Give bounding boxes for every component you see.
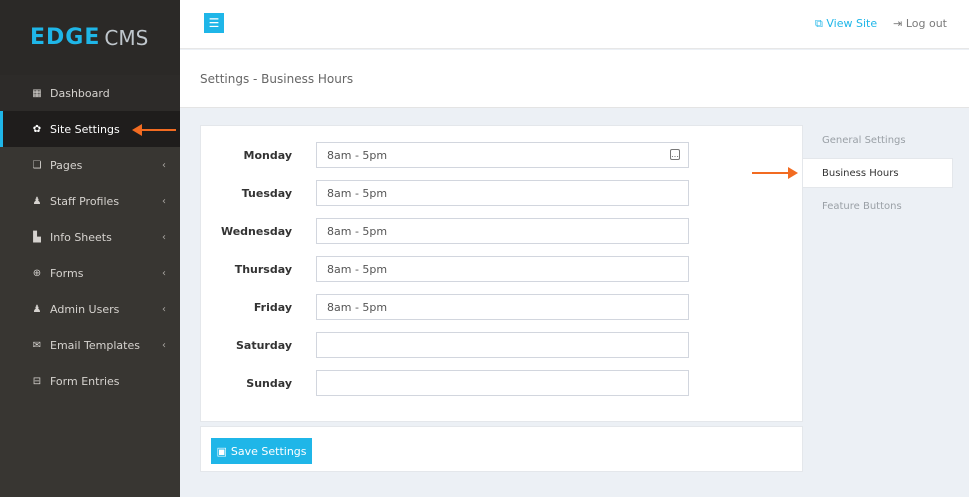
sidebar-item-info-sheets[interactable]: ▙ Info Sheets ‹ [0, 219, 180, 255]
envelope-icon: ✉ [32, 339, 42, 351]
envelope-outline-icon: ⊟ [32, 375, 42, 387]
sunday-hours-input[interactable] [316, 370, 689, 396]
view-site-label: View Site [826, 17, 878, 30]
annotation-arrow-right [752, 167, 798, 179]
monday-label: Monday [243, 149, 292, 162]
user-icon: ♟ [32, 195, 42, 207]
gear-icon: ✿ [32, 123, 42, 135]
file-icon: ▙ [33, 231, 41, 243]
friday-hours-input[interactable] [316, 294, 689, 320]
log-out-label: Log out [905, 17, 947, 30]
saturday-label: Saturday [236, 339, 292, 352]
friday-label: Friday [253, 301, 292, 314]
sidebar-item-admin-users[interactable]: ♟ Admin Users ‹ [0, 291, 180, 327]
chevron-left-icon: ‹ [162, 267, 166, 279]
sidebar-item-staff-profiles[interactable]: ♟ Staff Profiles ‹ [0, 183, 180, 219]
brand-logo[interactable]: EDGE CMS [0, 0, 180, 75]
sidebar-item-form-entries[interactable]: ⊟ Form Entries [0, 363, 180, 399]
autofill-icon[interactable]: … [670, 149, 680, 160]
page-header: Settings - Business Hours [180, 50, 969, 108]
sign-out-icon: ⇥ [893, 17, 903, 30]
brand-name-bold: EDGE [30, 25, 101, 50]
chevron-left-icon: ‹ [162, 339, 166, 351]
sidebar-item-email-templates[interactable]: ✉ Email Templates ‹ [0, 327, 180, 363]
log-out-link[interactable]: ⇥ Log out [893, 17, 947, 31]
sidebar-item-dashboard[interactable]: ▦ Dashboard [0, 75, 180, 111]
sidebar-item-label: Form Entries [50, 374, 120, 388]
settings-nav-business-hours[interactable]: Business Hours [803, 158, 953, 188]
top-links: ⧉ View Site ⇥ Log out [815, 17, 947, 31]
dashboard-icon: ▦ [32, 87, 42, 99]
business-hours-form: Monday … Tuesday Wednesday Thursday Frid… [200, 125, 803, 422]
settings-nav-general[interactable]: General Settings [803, 125, 953, 155]
sidebar-item-pages[interactable]: ❏ Pages ‹ [0, 147, 180, 183]
brand-name-light: CMS [104, 25, 149, 50]
wednesday-label: Wednesday [220, 225, 292, 238]
monday-hours-input[interactable] [316, 142, 689, 168]
sidebar-item-label: Forms [50, 266, 84, 280]
forms-icon: ⊕ [32, 267, 42, 279]
sidebar-item-label: Pages [50, 158, 83, 172]
sidebar: EDGE CMS ▦ Dashboard ✿ Site Settings ❏ P… [0, 0, 180, 497]
sidebar-item-forms[interactable]: ⊕ Forms ‹ [0, 255, 180, 291]
sidebar-item-label: Email Templates [50, 338, 140, 352]
sidebar-item-label: Admin Users [50, 302, 120, 316]
settings-nav-feature-buttons[interactable]: Feature Buttons [803, 191, 953, 221]
thursday-hours-input[interactable] [316, 256, 689, 282]
sidebar-item-label: Site Settings [50, 122, 120, 136]
chevron-left-icon: ‹ [162, 159, 166, 171]
chevron-left-icon: ‹ [162, 303, 166, 315]
sidebar-item-label: Info Sheets [50, 230, 112, 244]
annotation-arrow-left [132, 124, 176, 136]
view-site-link[interactable]: ⧉ View Site [815, 17, 877, 31]
page-title: Settings - Business Hours [200, 72, 354, 86]
thursday-label: Thursday [234, 263, 292, 276]
chevron-left-icon: ‹ [162, 231, 166, 243]
external-link-icon: ⧉ [815, 17, 823, 30]
wednesday-hours-input[interactable] [316, 218, 689, 244]
chevron-left-icon: ‹ [162, 195, 166, 207]
save-settings-label: Save Settings [230, 444, 307, 458]
form-footer: ▣ Save Settings [200, 426, 803, 472]
menu-toggle-button[interactable]: ☰ [204, 13, 224, 33]
tuesday-label: Tuesday [241, 187, 292, 200]
tuesday-hours-input[interactable] [316, 180, 689, 206]
floppy-disk-icon: ▣ [216, 444, 227, 458]
sidebar-item-label: Staff Profiles [50, 194, 120, 208]
topbar: ☰ ⧉ View Site ⇥ Log out [180, 0, 969, 49]
users-icon: ♟ [32, 303, 42, 315]
saturday-hours-input[interactable] [316, 332, 689, 358]
sidebar-item-label: Dashboard [50, 86, 110, 100]
save-settings-button[interactable]: ▣ Save Settings [211, 438, 312, 464]
sunday-label: Sunday [246, 377, 292, 390]
pages-icon: ❏ [32, 159, 42, 171]
